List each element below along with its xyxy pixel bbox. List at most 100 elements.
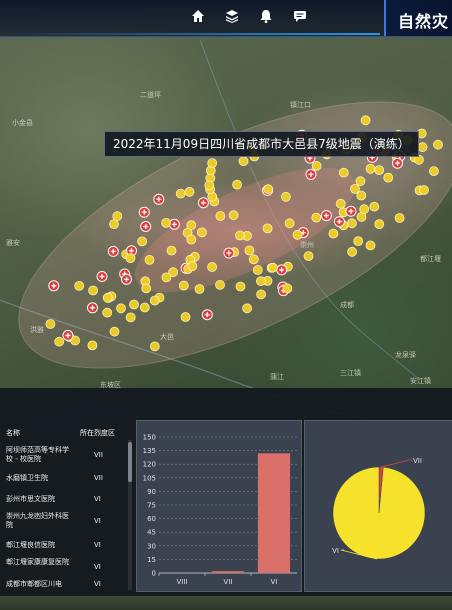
facility-marker[interactable]: [161, 217, 172, 228]
facility-marker[interactable]: [338, 167, 349, 178]
facility-marker[interactable]: [394, 213, 405, 223]
facility-marker[interactable]: [87, 340, 98, 351]
facility-marker[interactable]: [194, 284, 205, 294]
facility-marker[interactable]: [180, 312, 191, 322]
facility-marker[interactable]: [109, 326, 120, 337]
table-row[interactable]: 成都市郫都区川电 VI: [6, 580, 126, 590]
facility-marker[interactable]: [383, 172, 394, 183]
facility-marker[interactable]: [355, 176, 366, 187]
facility-marker[interactable]: [346, 218, 357, 229]
facility-marker[interactable]: [267, 262, 278, 273]
facility-marker[interactable]: [284, 218, 295, 229]
chat-icon[interactable]: [292, 8, 308, 24]
facility-marker[interactable]: [244, 245, 255, 256]
facility-marker[interactable]: [116, 303, 126, 314]
facility-marker[interactable]: [166, 245, 177, 256]
facility-marker[interactable]: [125, 312, 136, 323]
table-row[interactable]: 郫江堰家康康复医院 VI: [6, 558, 126, 578]
table-header-zone: 所在烈度区: [80, 429, 115, 437]
facility-marker[interactable]: [374, 219, 385, 230]
facility-marker[interactable]: [196, 227, 207, 238]
facility-marker[interactable]: [335, 198, 346, 209]
pie-label-line: [381, 459, 412, 468]
table-row[interactable]: 水磨镇卫生院 VII: [6, 474, 126, 484]
facility-marker[interactable]: [139, 302, 150, 313]
facility-marker[interactable]: [125, 253, 136, 264]
facility-marker[interactable]: [356, 190, 367, 201]
facility-marker[interactable]: [149, 295, 160, 306]
facility-marker[interactable]: [102, 292, 113, 303]
facility-marker[interactable]: [215, 211, 226, 221]
facility-marker[interactable]: [186, 220, 197, 231]
facility-marker[interactable]: [184, 186, 195, 197]
facility-marker[interactable]: [374, 165, 385, 176]
facility-marker[interactable]: [137, 236, 148, 247]
facility-marker[interactable]: [256, 289, 267, 300]
facility-marker[interactable]: [419, 185, 429, 195]
facility-marker[interactable]: [129, 299, 139, 310]
table-row[interactable]: 彭州市思文医院 VI: [6, 495, 126, 505]
facility-marker[interactable]: [235, 230, 245, 241]
facility-marker[interactable]: [252, 265, 263, 275]
facility-marker[interactable]: [417, 142, 428, 153]
facility-marker[interactable]: [369, 201, 380, 212]
facility-marker[interactable]: [365, 240, 376, 251]
table-scroll-thumb[interactable]: [128, 442, 132, 482]
facility-marker[interactable]: [178, 280, 189, 291]
place-label: 崇州: [300, 241, 314, 249]
facility-marker[interactable]: [187, 261, 198, 272]
facility-marker[interactable]: [360, 115, 371, 126]
facility-marker[interactable]: [149, 341, 160, 352]
facility-marker[interactable]: [207, 262, 218, 272]
facility-marker[interactable]: [255, 276, 266, 287]
facility-marker[interactable]: [232, 179, 243, 190]
facility-marker[interactable]: [433, 139, 443, 150]
facility-marker[interactable]: [88, 285, 98, 296]
facility-marker[interactable]: [262, 223, 273, 234]
bell-icon[interactable]: [258, 8, 274, 24]
facility-marker[interactable]: [263, 184, 274, 195]
facility-marker[interactable]: [141, 283, 152, 294]
facility-marker[interactable]: [45, 319, 56, 329]
facility-marker[interactable]: [282, 283, 293, 294]
event-tooltip: 2022年11月09日四川省成都市大邑县7级地震（演练）: [104, 131, 419, 157]
facility-marker[interactable]: [235, 281, 246, 292]
facility-marker[interactable]: [311, 160, 322, 171]
facility-marker[interactable]: [242, 303, 253, 314]
facility-marker[interactable]: [215, 279, 225, 290]
facility-marker[interactable]: [74, 280, 85, 291]
pie-slice-VI[interactable]: [332, 466, 426, 560]
table-row[interactable]: 阿坝师范高等专科学校 - 校医院 VII: [6, 446, 126, 466]
facility-marker[interactable]: [248, 254, 259, 265]
facility-marker[interactable]: [359, 204, 370, 215]
facility-marker[interactable]: [54, 336, 65, 347]
facility-marker[interactable]: [311, 212, 322, 223]
row-zone: VI: [94, 563, 101, 571]
facility-marker[interactable]: [353, 236, 364, 247]
home-icon[interactable]: [190, 8, 206, 24]
facility-marker[interactable]: [347, 246, 358, 257]
bar-x-label: VI: [271, 578, 278, 586]
layers-icon[interactable]: [224, 8, 240, 24]
facility-marker[interactable]: [228, 210, 239, 221]
facility-marker[interactable]: [161, 272, 172, 283]
facility-marker[interactable]: [186, 234, 197, 245]
bar-y-tick: 105: [143, 474, 156, 482]
bar-VII[interactable]: [211, 571, 245, 573]
facility-marker[interactable]: [102, 307, 113, 318]
facility-marker[interactable]: [144, 254, 155, 265]
facility-marker[interactable]: [365, 163, 376, 174]
table-row[interactable]: 郫江堰良信医院 VI: [6, 541, 126, 551]
facility-marker[interactable]: [175, 188, 186, 199]
facility-marker[interactable]: [428, 166, 439, 177]
facility-marker[interactable]: [328, 228, 339, 239]
facility-marker[interactable]: [238, 156, 249, 167]
facility-marker[interactable]: [207, 158, 218, 169]
table-row[interactable]: 崇州九龙凼妇外科医院 VI: [6, 512, 126, 532]
facility-marker[interactable]: [292, 229, 303, 240]
facility-marker[interactable]: [303, 251, 314, 262]
facility-marker[interactable]: [280, 191, 291, 202]
facility-marker[interactable]: [112, 211, 123, 222]
facility-marker[interactable]: [204, 180, 215, 191]
bar-VI[interactable]: [257, 453, 291, 573]
